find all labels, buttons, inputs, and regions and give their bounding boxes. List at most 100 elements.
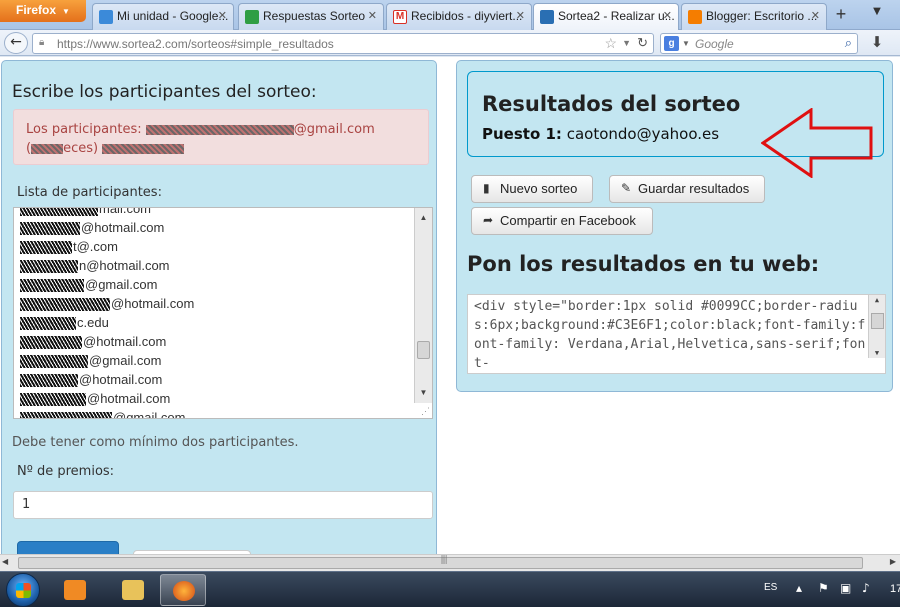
tab-recibidos[interactable]: M Recibidos - diyviert... ✕	[386, 3, 532, 30]
list-item: n@hotmail.com	[14, 256, 412, 275]
gmail-icon: M	[393, 10, 407, 24]
volume-icon[interactable]: ♪	[862, 581, 870, 595]
redacted-scribble	[145, 124, 294, 135]
start-button[interactable]	[6, 573, 40, 607]
draw-button[interactable]	[17, 541, 119, 554]
participant-email-suffix: mail.com	[99, 207, 152, 216]
tab-bar: Firefox ▼ Mi unidad - Google... ✕ Respues…	[0, 0, 900, 30]
winner-email: caotondo@yahoo.es	[566, 125, 720, 143]
bookmark-star-icon[interactable]: ☆	[604, 35, 617, 52]
save-results-label: Guardar resultados	[638, 181, 750, 196]
close-icon[interactable]: ✕	[368, 9, 377, 22]
tab-list-icon[interactable]: ▼	[862, 6, 892, 26]
scroll-thumb[interactable]	[18, 555, 863, 569]
scroll-up-icon[interactable]: ▲	[415, 210, 432, 226]
tab-mi-unidad[interactable]: Mi unidad - Google... ✕	[92, 3, 234, 30]
back-arrow-icon[interactable]: ←	[4, 32, 28, 54]
embed-code-textarea[interactable]: <div style="border:1px solid #0099CC;bor…	[467, 294, 886, 374]
participant-email-suffix: t@.com	[73, 239, 118, 254]
search-engine-dropdown-icon[interactable]: ▼	[682, 39, 690, 48]
participants-panel: Escribe los participantes del sorteo: Lo…	[1, 60, 437, 554]
scroll-right-icon[interactable]: ▶	[890, 557, 896, 566]
taskbar-firefox[interactable]	[160, 574, 206, 606]
folder-icon	[122, 580, 144, 600]
close-icon[interactable]: ✕	[516, 9, 525, 22]
alert-prefix: Los participantes:	[26, 122, 142, 137]
new-tab-button[interactable]: +	[826, 4, 856, 28]
redacted-scribble	[102, 143, 185, 154]
redacted-scribble	[20, 374, 78, 388]
list-item: @hotmail.com	[14, 389, 412, 408]
tab-title: Blogger: Escritorio ...	[706, 9, 818, 23]
flag-icon[interactable]: ⚑	[818, 581, 829, 595]
search-placeholder: Google	[695, 37, 734, 51]
tab-blogger[interactable]: Blogger: Escritorio ... ✕	[681, 3, 827, 30]
list-item: @gmail.com	[14, 275, 412, 294]
red-arrow-annotation	[761, 108, 873, 178]
participant-email-suffix: @hotmail.com	[87, 391, 171, 406]
scroll-thumb[interactable]	[871, 313, 884, 329]
participant-email-suffix: @hotmail.com	[81, 220, 165, 235]
participant-email-suffix: @gmail.com	[89, 353, 162, 368]
firefox-menu-button[interactable]: Firefox ▼	[0, 0, 86, 22]
firefox-menu-label: Firefox	[16, 3, 57, 17]
redacted-scribble	[20, 279, 84, 293]
share-facebook-label: Compartir en Facebook	[500, 213, 636, 228]
redacted-scribble	[31, 143, 64, 154]
code-scrollbar[interactable]: ▲ ▼	[868, 295, 885, 358]
scroll-up-icon[interactable]: ▲	[869, 296, 885, 304]
list-item: @hotmail.com	[14, 332, 412, 351]
participant-email-suffix: @gmail.com	[85, 277, 158, 292]
tab-sortea2[interactable]: Sortea2 - Realizar u... ✕	[533, 3, 679, 30]
participants-list-label: Lista de participantes:	[17, 185, 162, 200]
prizes-label: Nº de premios:	[17, 464, 115, 479]
tab-respuestas-sorteo[interactable]: Respuestas Sorteo ✕	[238, 3, 384, 30]
sortea2-icon	[540, 10, 554, 24]
participant-email-suffix: @hotmail.com	[79, 372, 163, 387]
list-item: @gmail.com	[14, 351, 412, 370]
results-panel: Resultados del sorteo Puesto 1: caotondo…	[456, 60, 893, 392]
language-indicator[interactable]: ES	[764, 582, 777, 593]
network-icon[interactable]: ▣	[840, 581, 851, 595]
participant-email-suffix: n@hotmail.com	[79, 258, 170, 273]
resize-grip-icon[interactable]: ⋰	[421, 406, 430, 417]
chevron-up-icon[interactable]: ▴	[796, 581, 802, 595]
prizes-input[interactable]: 1	[13, 491, 433, 519]
search-icon[interactable]: ⌕	[845, 35, 852, 51]
redacted-scribble	[20, 298, 110, 312]
list-item: t@.com	[14, 237, 412, 256]
participants-textarea[interactable]: mail.com @hotmail.com t@.com n@hotmail.com @…	[13, 207, 433, 419]
taskbar-explorer[interactable]	[110, 574, 156, 606]
tab-title: Recibidos - diyviert...	[411, 9, 523, 23]
save-results-button[interactable]: ✎ Guardar resultados	[609, 175, 765, 203]
redacted-scribble	[20, 336, 82, 350]
close-icon[interactable]: ✕	[663, 9, 672, 22]
clock[interactable]: 17	[890, 583, 900, 595]
url-text[interactable]: https://www.sortea2.com/sorteos#simple_r…	[57, 37, 334, 51]
share-facebook-button[interactable]: ➦ Compartir en Facebook	[471, 207, 653, 235]
scroll-down-icon[interactable]: ▼	[869, 349, 885, 357]
close-icon[interactable]: ✕	[218, 9, 227, 22]
search-bar[interactable]: g ▼ Google ⌕	[660, 33, 858, 54]
new-draw-button[interactable]: ▮ Nuevo sorteo	[471, 175, 593, 203]
list-item: @hotmail.com	[14, 370, 412, 389]
redacted-scribble	[20, 317, 76, 331]
navigation-bar: ← 🔒︎ https://www.sortea2.com/sorteos#sim…	[0, 30, 900, 56]
url-dropdown-icon[interactable]: ▼	[622, 38, 631, 48]
url-bar[interactable]: 🔒︎ https://www.sortea2.com/sorteos#simpl…	[32, 33, 654, 54]
scroll-down-icon[interactable]: ▼	[415, 385, 432, 401]
reload-icon[interactable]: ↻	[637, 35, 648, 51]
taskbar-media-player[interactable]	[52, 574, 98, 606]
scroll-thumb[interactable]	[417, 341, 430, 359]
embed-code-text[interactable]: <div style="border:1px solid #0099CC;bor…	[474, 297, 866, 373]
redacted-scribble	[20, 208, 98, 217]
scroll-left-icon[interactable]: ◀	[2, 557, 8, 566]
list-item: c.edu	[14, 313, 412, 332]
download-icon[interactable]: ⬇	[866, 33, 888, 53]
vertical-scrollbar[interactable]: ▲ ▼	[414, 208, 432, 403]
new-draw-label: Nuevo sorteo	[500, 181, 578, 196]
google-drive-icon	[99, 10, 113, 24]
horizontal-scrollbar[interactable]: ◀ ▶	[0, 554, 900, 571]
google-icon[interactable]: g	[664, 36, 679, 51]
close-icon[interactable]: ✕	[811, 9, 820, 22]
